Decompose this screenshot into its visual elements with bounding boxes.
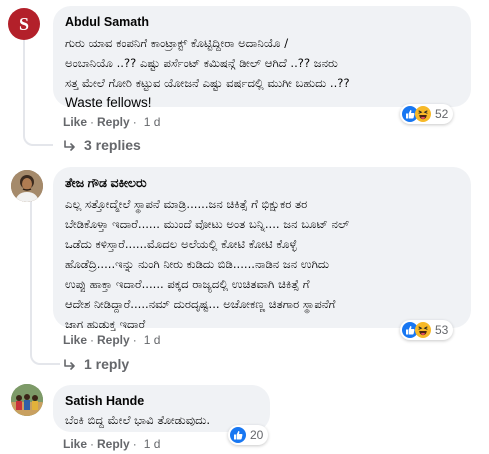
view-replies-label: 1 reply	[84, 356, 130, 372]
view-replies-label: 3 replies	[84, 137, 141, 153]
reply-arrow-icon	[64, 140, 75, 151]
comment-bubble: Abdul Samath ಗುರು ಯಾವ ಕಂಪನಿಗೆ ಕಾಂಟ್ರಾಕ್ಟ…	[53, 6, 471, 110]
view-replies-button[interactable]: 3 replies	[64, 137, 141, 153]
like-link[interactable]: Like	[63, 437, 87, 451]
comment-text: ಎಲ್ಲ ಸತ್ತೋದ್ಮೇಲೆ ಸ್ಥಾಪನೆ ಮಾಡ್ರಿ......ಜನ …	[65, 194, 459, 334]
separator-dot: ·	[132, 333, 137, 347]
avatar[interactable]: S	[8, 8, 40, 40]
reaction-summary[interactable]: 20	[228, 425, 269, 445]
comment-text-line: ಉಪ್ಪು ಹಾಕ್ತಾ ಇದಾರೆ...... ಪಕ್ಕದ ರಾಜ್ಯದಲ್ಲ…	[65, 277, 310, 291]
avatar-letter: S	[18, 13, 29, 34]
like-link[interactable]: Like	[63, 115, 87, 129]
separator-dot: ·	[132, 115, 137, 129]
reaction-summary[interactable]: 53	[400, 320, 454, 340]
reply-link[interactable]: Reply	[97, 115, 130, 129]
comment-actions: Like · Reply · 1 d	[63, 333, 160, 347]
comment-actions: Like · Reply · 1 d	[63, 437, 160, 451]
reply-arrow-icon	[64, 359, 75, 370]
reply-link[interactable]: Reply	[97, 333, 130, 347]
comment-text-line: ಹೊಡೆದ್ರಿ.....ಇನ್ನು ನುಂಗಿ ನೀರು ಕುಡಿದು ಬಿಡ…	[65, 257, 330, 271]
avatar[interactable]	[11, 384, 43, 416]
comment-text-line: ಸತ್ತ ಮೇಲೆ ಗೋರಿ ಕಟ್ಟುವ ಯೋಜನೆ ಎಷ್ಟು ವರ್ಷದಲ…	[65, 76, 350, 90]
comment-text: ಗುರು ಯಾವ ಕಂಪನಿಗೆ ಕಾಂಟ್ರಾಕ್ಟ್ ಕೊಟ್ಟಿದ್ದೀರ…	[65, 33, 459, 113]
comment-text-line: ಬೆಂಕಿ ಬಿದ್ದ ಮೇಲೆ ಭಾವಿ ತೋಡುವುದು.	[65, 413, 211, 427]
comment-timestamp[interactable]: 1 d	[144, 437, 161, 451]
comment-author[interactable]: Satish Hande	[65, 393, 258, 409]
comment-text-line: ಆದೇಶ ನೀಡಿದ್ದಾರೆ.....ನಮ್ ದುರದೃಷ್ಟ... ಅಚೋಕ…	[65, 297, 336, 311]
comment-timestamp[interactable]: 1 d	[144, 333, 161, 347]
haha-icon	[415, 106, 431, 122]
comment-actions: Like · Reply · 1 d	[63, 115, 160, 129]
separator-dot: ·	[90, 333, 95, 347]
comment-text-line: ಗುರು ಯಾವ ಕಂಪನಿಗೆ ಕಾಂಟ್ರಾಕ್ಟ್ ಕೊಟ್ಟಿದ್ದೀರ…	[65, 36, 289, 50]
reaction-count: 20	[250, 428, 264, 442]
separator-dot: ·	[90, 437, 95, 451]
comment-text-line: ಬೇಡಿಕೊಳ್ತಾ ಇದಾರೆ...... ಮುಂದೆ ವೋಟು ಅಂತ ಬನ…	[65, 217, 350, 231]
avatar[interactable]	[11, 170, 43, 202]
reaction-count: 52	[435, 107, 449, 121]
comment: S Abdul Samath ಗುರು ಯಾವ ಕಂಪನಿಗೆ ಕಾಂಟ್ರಾಕ…	[0, 0, 489, 160]
like-link[interactable]: Like	[63, 333, 87, 347]
comment-author[interactable]: Abdul Samath	[65, 14, 459, 30]
separator-dot: ·	[132, 437, 137, 451]
comment-timestamp[interactable]: 1 d	[144, 115, 161, 129]
view-replies-button[interactable]: 1 reply	[64, 356, 129, 372]
comment-bubble: ತೇಜ ಗೌಡ ವಕೀಲರು ಎಲ್ಲ ಸತ್ತೋದ್ಮೇಲೆ ಸ್ಥಾಪನೆ …	[53, 167, 471, 331]
comment-author[interactable]: ತೇಜ ಗೌಡ ವಕೀಲರು	[65, 175, 459, 191]
comment: ತೇಜ ಗೌಡ ವಕೀಲರು ಎಲ್ಲ ಸತ್ತೋದ್ಮೇಲೆ ಸ್ಥಾಪನೆ …	[0, 160, 489, 380]
comment: Satish Hande ಬೆಂಕಿ ಬಿದ್ದ ಮೇಲೆ ಭಾವಿ ತೋಡುವ…	[0, 380, 489, 454]
reply-link[interactable]: Reply	[97, 437, 130, 451]
comment-text-line: ಎಲ್ಲ ಸತ್ತೋದ್ಮೇಲೆ ಸ್ಥಾಪನೆ ಮಾಡ್ರಿ......ಜನ …	[65, 197, 308, 211]
reaction-count: 53	[435, 323, 449, 337]
separator-dot: ·	[90, 115, 95, 129]
haha-icon	[415, 322, 431, 338]
like-icon	[230, 427, 246, 443]
comment-text-line: ಒಡೆದು ಕಳಿಸ್ತಾರೆ......ಮೊದಲ ಅಲೆಯಲ್ಲಿ ಕೋಟಿ …	[65, 237, 297, 251]
comment-text: ಬೆಂಕಿ ಬಿದ್ದ ಮೇಲೆ ಭಾವಿ ತೋಡುವುದು.	[65, 410, 258, 430]
comment-text-line: ಅಂಬಾನಿಯೊ ..?? ಎಷ್ಟು ಪರ್ಸೆಂಟ್ ಕಮಿಷನ್ಗೆ ಡೀ…	[65, 56, 338, 70]
reaction-summary[interactable]: 52	[400, 104, 454, 124]
